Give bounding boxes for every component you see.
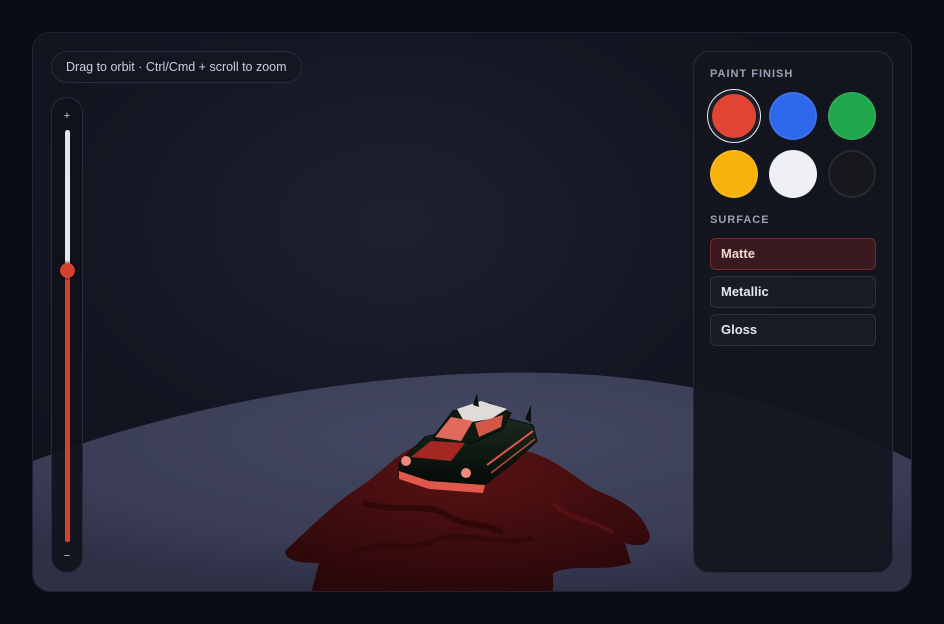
zoom-in-label[interactable]: + (52, 110, 82, 122)
orbit-hint: Drag to orbit · Ctrl/Cmd + scroll to zoo… (51, 51, 302, 83)
swatch-blue[interactable] (769, 92, 817, 140)
zoom-track[interactable] (65, 130, 70, 542)
zoom-out-label[interactable]: − (52, 550, 82, 562)
zoom-slider[interactable]: + − (51, 97, 83, 573)
surface-gloss-button[interactable]: Gloss (710, 314, 876, 346)
surface-metallic-button[interactable]: Metallic (710, 276, 876, 308)
zoom-thumb[interactable] (60, 263, 75, 279)
surface-title: SURFACE (710, 214, 770, 226)
swatch-black[interactable] (828, 150, 876, 198)
swatch-yellow[interactable] (710, 150, 758, 198)
swatch-white[interactable] (769, 150, 817, 198)
configurator-app: Drag to orbit · Ctrl/Cmd + scroll to zoo… (32, 32, 912, 592)
swatch-green[interactable] (828, 92, 876, 140)
paint-finish-title: PAINT FINISH (710, 68, 794, 80)
surface-matte-button[interactable]: Matte (710, 238, 876, 270)
config-panel: PAINT FINISH SURFACE Matte Metallic Gloss (693, 51, 893, 573)
paint-swatches (710, 92, 876, 198)
swatch-red[interactable] (710, 92, 758, 140)
zoom-fill (65, 270, 70, 542)
surface-options: Matte Metallic Gloss (710, 238, 876, 346)
